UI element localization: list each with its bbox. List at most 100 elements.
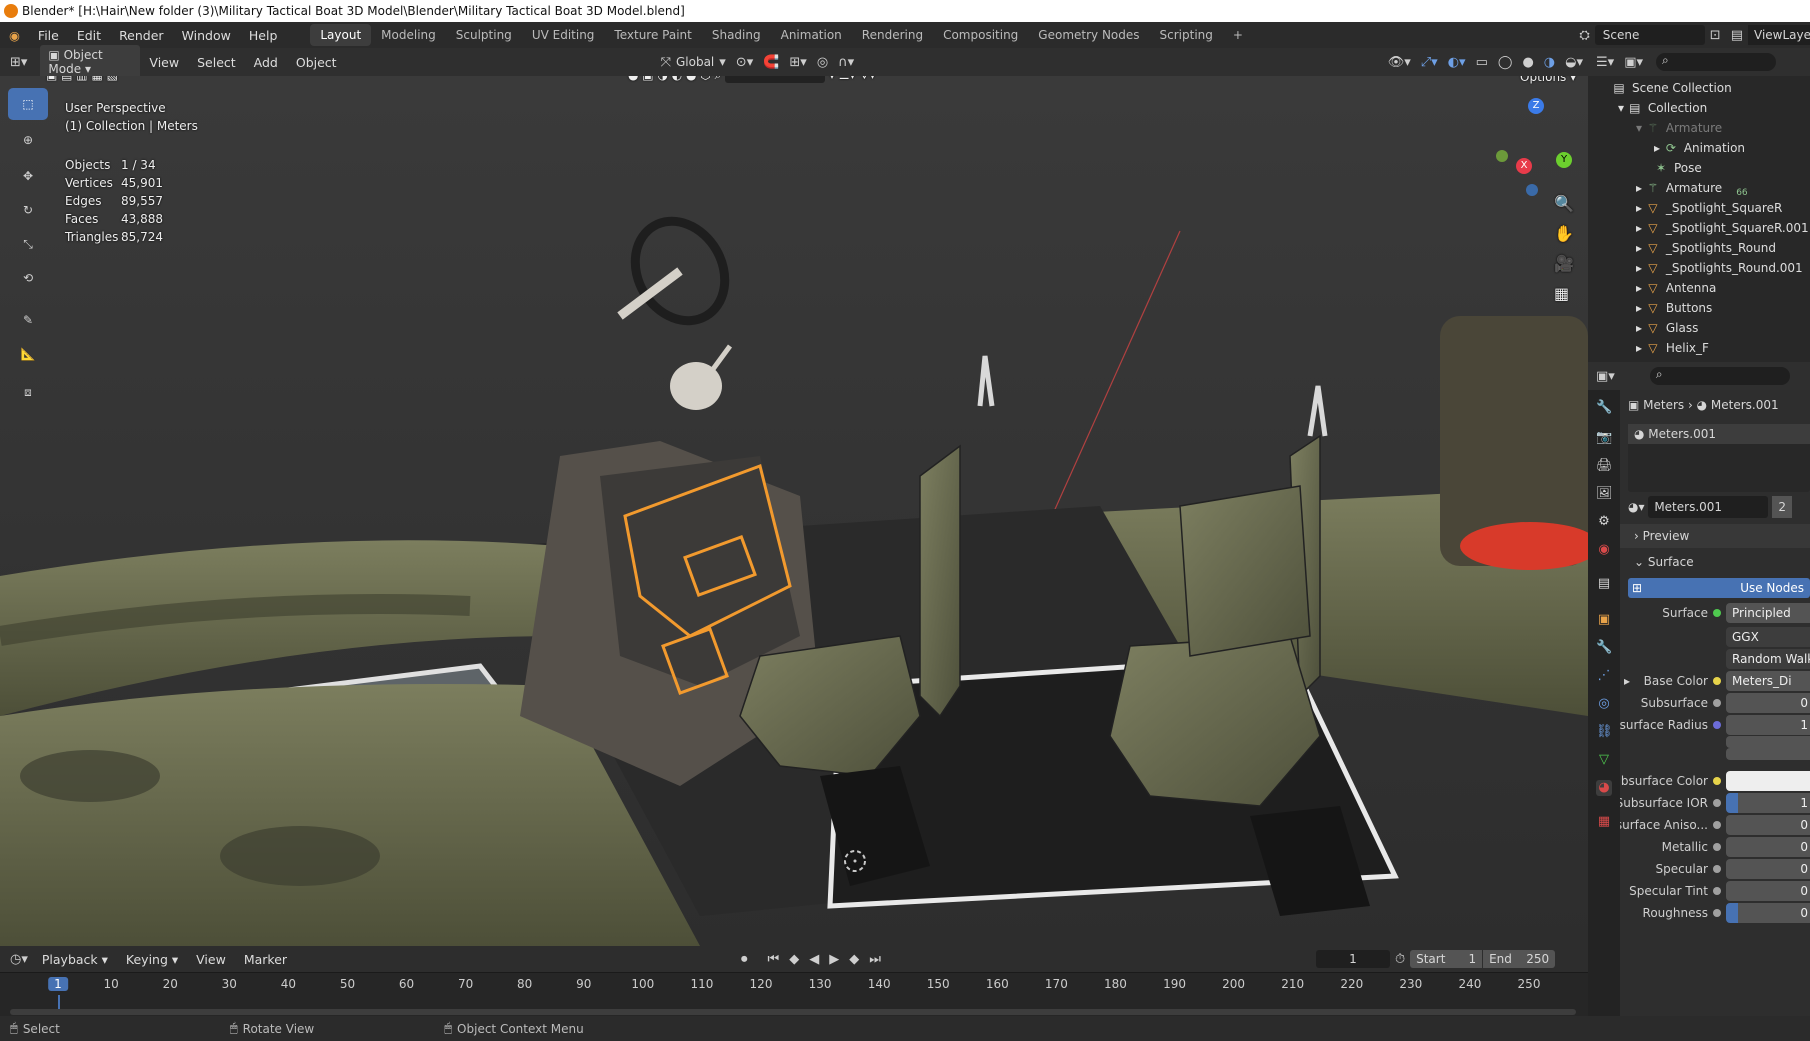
outliner-item[interactable]: ▸ ▽ Glass [1636, 318, 1698, 338]
outliner-item[interactable]: ▾ ⚚ Armature [1636, 118, 1722, 138]
subsurface-radius-component[interactable] [1726, 748, 1810, 760]
property-value-field[interactable]: 1 [1726, 793, 1810, 813]
modifiers-tab-icon[interactable]: 🔧 [1596, 640, 1612, 656]
current-frame-field[interactable]: 1 [1315, 950, 1390, 968]
expand-arrow-icon[interactable]: ▾ [1618, 101, 1628, 115]
property-value-field[interactable]: 0 [1726, 837, 1810, 857]
expand-arrow-icon[interactable]: ▸ [1636, 261, 1646, 275]
gizmo-z-axis[interactable]: Z [1528, 98, 1544, 114]
gizmo-neg-y[interactable] [1496, 150, 1508, 162]
expand-arrow-icon[interactable]: ▸ [1636, 241, 1646, 255]
outliner-item[interactable]: ▸ ⟳ Animation [1654, 138, 1745, 158]
timeline-menu-keying[interactable]: Keying ▾ [117, 952, 187, 967]
material-name-field[interactable]: Meters.001 [1648, 496, 1769, 518]
socket-dot-icon[interactable] [1713, 721, 1721, 729]
expand-arrow-icon[interactable]: ▸ [1624, 674, 1630, 688]
3d-viewport[interactable]: ⬚ ⊕ ✥ ↻ ⤡ ⟲ ✎ 📐 ⧈ ▣ ▤ ▥ ▦ ▧ ● ▣ ◑ ◐ ◒ ⬡ … [0, 76, 1588, 946]
property-value-field[interactable]: Meters_Di [1726, 671, 1810, 691]
solid-shading-icon[interactable]: ● [1522, 55, 1533, 70]
world-tab-icon[interactable]: ◉ [1596, 542, 1612, 558]
expand-arrow-icon[interactable]: ▸ [1636, 321, 1646, 335]
rotate-tool[interactable]: ↻ [8, 194, 48, 226]
subsurface-radius-component[interactable] [1726, 736, 1810, 748]
expand-arrow-icon[interactable]: ▸ [1636, 201, 1646, 215]
expand-arrow-icon[interactable]: ▸ [1636, 341, 1646, 355]
timeline-editor-icon[interactable]: ◷▾ [10, 952, 28, 967]
view-layer-tab-icon[interactable]: 🖼 [1596, 486, 1613, 502]
menu-file[interactable]: File [29, 28, 68, 43]
socket-dot-icon[interactable] [1713, 777, 1721, 785]
play-reverse-icon[interactable]: ◀ [809, 952, 819, 967]
tab-geometry-nodes[interactable]: Geometry Nodes [1028, 24, 1149, 46]
property-value-field[interactable]: 0 [1726, 903, 1810, 923]
expand-arrow-icon[interactable]: ▸ [1636, 301, 1646, 315]
scene-tab-icon[interactable]: ⚙ [1596, 514, 1612, 530]
property-value-field[interactable]: 1 [1726, 715, 1810, 735]
orientation-dropdown[interactable]: Global [676, 55, 714, 69]
visibility-icon[interactable]: 👁▾ [1388, 55, 1411, 70]
property-value-field[interactable]: GGX [1726, 627, 1810, 647]
socket-dot-icon[interactable] [1713, 699, 1721, 707]
wireframe-shading-icon[interactable]: ◯ [1498, 55, 1513, 70]
tab-compositing[interactable]: Compositing [933, 24, 1028, 46]
tab-shading[interactable]: Shading [702, 24, 771, 46]
expand-arrow-icon[interactable]: ▸ [1636, 281, 1646, 295]
material-selector[interactable]: ◕▾ Meters.001 2 [1628, 496, 1810, 518]
add-workspace-button[interactable]: + [1223, 24, 1253, 46]
outliner-item[interactable]: ▸ ⚚ Armature 66 [1636, 178, 1748, 198]
overlays-icon[interactable]: ◐▾ [1448, 55, 1466, 70]
move-tool[interactable]: ✥ [8, 160, 48, 192]
jump-end-icon[interactable]: ⏭ [869, 952, 881, 967]
blender-menu-icon[interactable]: ◉ [0, 28, 29, 43]
playhead-line[interactable] [58, 995, 60, 1009]
add-cube-tool[interactable]: ⧈ [8, 376, 48, 408]
property-value-field[interactable]: 0 [1726, 881, 1810, 901]
timeline-scrollbar[interactable] [10, 1009, 1576, 1015]
outliner-item[interactable]: ▸ ▽ _Spotlights_Round.001 [1636, 258, 1803, 278]
property-value-field[interactable]: 0 [1726, 859, 1810, 879]
timeline-ruler[interactable]: 1 10 20 30 40 50 60 70 80 90 100 110 120 130 140 150 160… [0, 972, 1588, 1016]
property-value-field[interactable] [1726, 771, 1810, 791]
outliner-item[interactable]: ▸ ▽ _Spotlight_SquareR [1636, 198, 1782, 218]
cursor-tool[interactable]: ⊕ [8, 124, 48, 156]
material-users-count[interactable]: 2 [1772, 496, 1793, 518]
socket-dot-icon[interactable] [1713, 887, 1721, 895]
camera-icon[interactable]: 🎥 [1554, 254, 1574, 273]
menu-window[interactable]: Window [173, 28, 240, 43]
timeline-menu-marker[interactable]: Marker [235, 952, 296, 967]
view-layer-icon[interactable]: ▤ [1731, 28, 1743, 43]
object-mode-dropdown[interactable]: ▣ Object Mode ▾ [40, 45, 141, 79]
gizmo-y-axis[interactable]: Y [1556, 152, 1572, 168]
scale-tool[interactable]: ⤡ [8, 228, 48, 260]
expand-arrow-icon[interactable]: ▸ [1654, 141, 1664, 155]
timeline-menu-view[interactable]: View [187, 952, 235, 967]
gizmo-toggle-icon[interactable]: ⤢▾ [1421, 55, 1438, 70]
viewport-filter-icons[interactable]: ● ▣ ◑ ◐ ◒ ⬡ ⌕ ▾ ☰▾ ⛛▾ [628, 76, 875, 83]
socket-dot-icon[interactable] [1713, 821, 1721, 829]
navigation-gizmo[interactable]: Z X Y [1490, 86, 1580, 196]
physics-tab-icon[interactable]: ◎ [1596, 696, 1612, 712]
tab-rendering[interactable]: Rendering [852, 24, 933, 46]
particles-tab-icon[interactable]: ⋰ [1596, 668, 1612, 684]
next-keyframe-icon[interactable]: ◆ [849, 952, 859, 967]
preview-panel-header[interactable]: › Preview [1620, 524, 1810, 548]
tool-tab-icon[interactable]: 🔧 [1596, 400, 1612, 416]
display-mode-icon[interactable]: ▣▾ [1624, 55, 1643, 70]
expand-arrow-icon[interactable]: ▸ [1636, 221, 1646, 235]
frame-end-field[interactable]: End 250 [1483, 950, 1556, 968]
material-shading-icon[interactable]: ◑ [1544, 55, 1555, 70]
object-tab-icon[interactable]: ▣ [1596, 612, 1612, 628]
tab-modeling[interactable]: Modeling [371, 24, 446, 46]
snap-icon[interactable]: 🧲 [763, 55, 779, 70]
record-icon[interactable]: ⏺ [741, 952, 748, 967]
viewport-menu-select[interactable]: Select [188, 55, 245, 70]
socket-dot-icon[interactable] [1713, 799, 1721, 807]
data-tab-icon[interactable]: ▽ [1596, 752, 1612, 768]
ortho-grid-icon[interactable]: ▦ [1554, 284, 1569, 303]
outliner-panel[interactable]: ▤ Scene Collection ▾ ▤ Collection ▾ ⚚ Armat… [1588, 76, 1810, 362]
outliner-item[interactable]: ▸ ▽ Buttons [1636, 298, 1712, 318]
outliner-item[interactable]: ✶ Pose [1654, 158, 1702, 178]
tab-uv-editing[interactable]: UV Editing [522, 24, 605, 46]
render-tab-icon[interactable]: 📷 [1596, 430, 1612, 446]
tab-scripting[interactable]: Scripting [1150, 24, 1223, 46]
